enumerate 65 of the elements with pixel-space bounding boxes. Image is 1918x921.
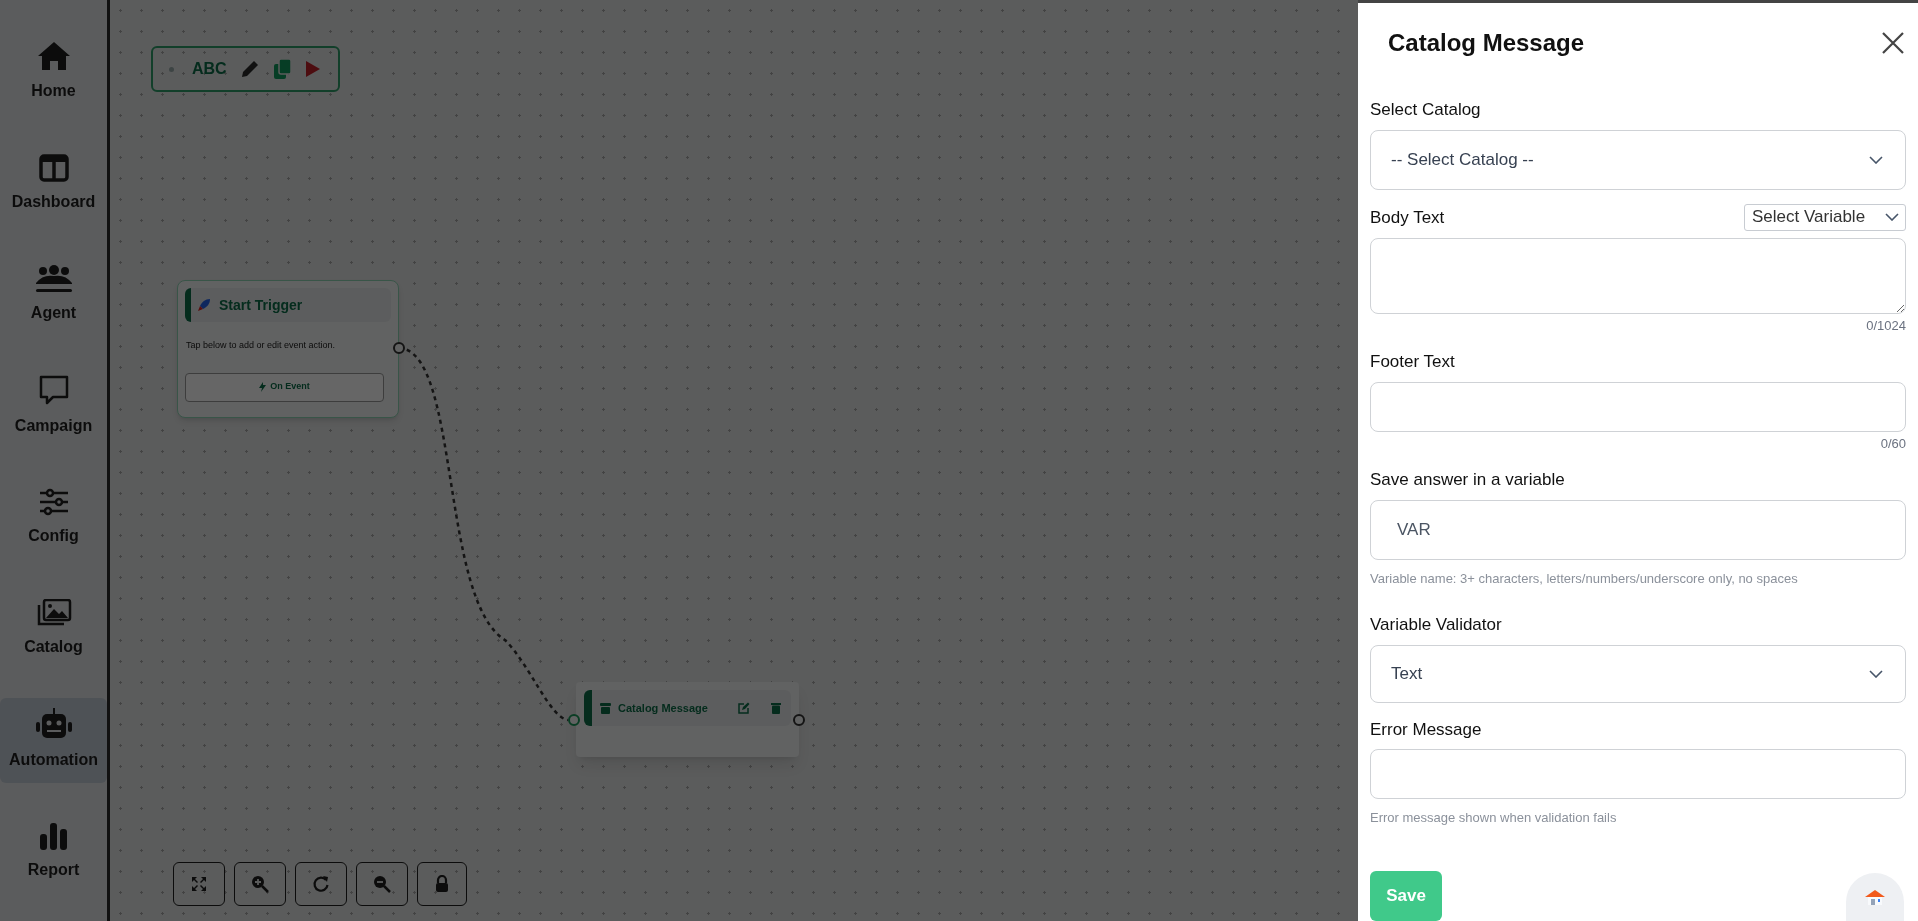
users-icon bbox=[34, 264, 73, 293]
field-label: Footer Text bbox=[1370, 351, 1455, 373]
chevron-down-icon bbox=[1885, 213, 1899, 221]
sliders-icon bbox=[37, 487, 70, 516]
lock-icon bbox=[433, 875, 451, 893]
home-icon bbox=[36, 41, 71, 72]
helper-text: Error message shown when validation fails bbox=[1370, 809, 1618, 827]
message-node[interactable]: Catalog Message bbox=[576, 682, 799, 757]
canvas-control-button[interactable] bbox=[295, 862, 347, 906]
zoom-in-icon bbox=[251, 875, 269, 893]
trigger-node[interactable]: Start Trigger Tap below to add or edit event action. On Event bbox=[177, 280, 399, 418]
trash-icon[interactable] bbox=[771, 702, 781, 714]
images-icon bbox=[35, 599, 72, 628]
dropdown[interactable]: -- Select Catalog -- bbox=[1370, 129, 1906, 190]
node-label: ABC bbox=[192, 59, 227, 79]
sidebar-item[interactable]: Campaign bbox=[0, 364, 107, 449]
input-field[interactable] bbox=[1370, 749, 1906, 799]
rocket-icon bbox=[197, 298, 211, 312]
lightning-icon bbox=[259, 382, 267, 392]
field-label: Save answer in a variable bbox=[1370, 469, 1565, 491]
canvas-control-button[interactable] bbox=[173, 862, 225, 906]
floating-help-button[interactable] bbox=[1846, 873, 1904, 921]
sidebar-item[interactable]: Dashboard bbox=[0, 141, 107, 226]
connection-handle[interactable] bbox=[568, 714, 580, 726]
sidebar-item[interactable]: Automation bbox=[0, 698, 107, 783]
refresh-icon bbox=[312, 875, 330, 893]
sidebar-item[interactable]: Catalog bbox=[0, 586, 107, 672]
node-description: Tap below to add or edit event action. bbox=[185, 339, 337, 352]
node-title: Start Trigger bbox=[219, 295, 303, 315]
house-icon bbox=[1864, 889, 1886, 905]
chat-icon bbox=[37, 374, 70, 407]
sidebar-item[interactable]: Agent bbox=[0, 252, 107, 338]
layout-icon bbox=[38, 153, 69, 182]
play-icon[interactable] bbox=[304, 60, 321, 78]
helper-text: Variable name: 3+ characters, letters/numbers/underscore only, no spaces bbox=[1370, 569, 1799, 588]
character-counter: 0/1024 bbox=[1866, 316, 1906, 335]
node-title: Catalog Message bbox=[618, 700, 709, 716]
input-field[interactable] bbox=[1370, 381, 1906, 432]
sidebar-item[interactable]: Config bbox=[0, 475, 107, 560]
copy-icon[interactable] bbox=[272, 58, 293, 80]
input-field[interactable]: VAR bbox=[1370, 499, 1906, 560]
panel-title: Catalog Message bbox=[1388, 28, 1585, 58]
field-label: Error Message bbox=[1370, 718, 1482, 741]
variable-dropdown[interactable]: Select Variable bbox=[1744, 203, 1906, 231]
edit-icon[interactable] bbox=[738, 702, 750, 714]
event-button[interactable]: On Event bbox=[185, 372, 384, 402]
sidebar-item[interactable]: Report bbox=[0, 809, 107, 894]
canvas-control-button[interactable] bbox=[234, 862, 286, 906]
sidebar-item[interactable]: Home bbox=[0, 30, 107, 115]
canvas-control-button[interactable] bbox=[356, 862, 408, 906]
close-icon[interactable] bbox=[1882, 32, 1904, 54]
character-counter: 0/60 bbox=[1880, 434, 1906, 453]
robot-icon bbox=[33, 708, 74, 741]
zoom-out-icon bbox=[373, 875, 391, 893]
field-label: Variable Validator bbox=[1370, 614, 1502, 636]
field-label: Select Catalog bbox=[1370, 99, 1481, 121]
dropdown[interactable]: Text bbox=[1370, 644, 1906, 703]
fit-view-icon bbox=[190, 875, 208, 893]
chevron-down-icon bbox=[1869, 155, 1883, 164]
store-icon bbox=[600, 702, 611, 714]
bar-chart-icon bbox=[38, 821, 69, 850]
field-label: Body Text bbox=[1370, 207, 1445, 229]
save-button[interactable]: Save bbox=[1370, 871, 1442, 921]
canvas-control-button[interactable] bbox=[417, 862, 467, 906]
chevron-down-icon bbox=[1869, 669, 1883, 678]
